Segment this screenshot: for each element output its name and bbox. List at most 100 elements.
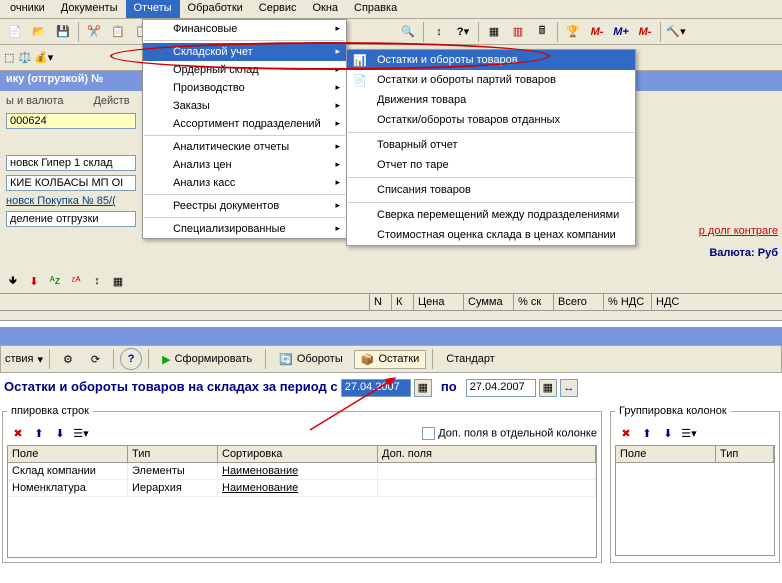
turnover-button[interactable]: 🔄Обороты xyxy=(272,350,350,369)
cut-icon[interactable]: ✂️ xyxy=(83,21,105,43)
col2-type: Тип xyxy=(716,446,774,462)
arrow-icon[interactable]: ↕ xyxy=(428,21,450,43)
menu-obrabotki[interactable]: Обработки xyxy=(180,0,251,18)
grid-icon[interactable]: ▦ xyxy=(483,21,505,43)
docnum-input[interactable] xyxy=(6,113,136,129)
row-tool6-icon[interactable]: ▦ xyxy=(109,272,127,290)
delete-red-icon2[interactable]: ✖ xyxy=(617,424,635,442)
open-icon[interactable]: 📂 xyxy=(28,21,50,43)
submenu-batch-turnover[interactable]: 📄Остатки и обороты партий товаров xyxy=(347,70,635,90)
period-button[interactable]: ↔ xyxy=(560,379,578,397)
actions-label[interactable]: Действ xyxy=(93,95,129,107)
menu-financial[interactable]: Финансовые xyxy=(143,20,346,38)
up-icon[interactable]: ⬆ xyxy=(30,424,48,442)
menu-spravka[interactable]: Справка xyxy=(346,0,405,18)
down-icon2[interactable]: ⬇ xyxy=(659,424,677,442)
date-to-input[interactable]: 27.04.2007 xyxy=(466,379,536,397)
refresh-icon[interactable]: ⟳ xyxy=(84,350,107,369)
warehouse-submenu: 📊Остатки и обороты товаров 📄Остатки и об… xyxy=(346,49,636,246)
col-total: Всего xyxy=(554,294,604,310)
report-icon: 📊 xyxy=(353,54,369,70)
counterparty-input[interactable] xyxy=(6,175,136,191)
table-row[interactable]: Номенклатура Иерархия Наименование xyxy=(8,480,596,497)
submenu-writeoffs[interactable]: Списания товаров xyxy=(347,180,635,200)
menu-specialized[interactable]: Специализированные xyxy=(143,220,346,238)
col-nds: НДС xyxy=(652,294,692,310)
cell-extra xyxy=(378,480,596,496)
ship-dept-input[interactable] xyxy=(6,211,136,227)
menu-production[interactable]: Производство xyxy=(143,79,346,97)
standard-button[interactable]: Стандарт xyxy=(439,350,502,368)
col-grouping-grid: Поле Тип xyxy=(615,445,775,556)
row-tool5-icon[interactable]: ↕ xyxy=(88,272,106,290)
submenu-given[interactable]: Остатки/обороты товаров отданных xyxy=(347,110,635,130)
menu-otchety[interactable]: Отчеты xyxy=(126,0,180,18)
actions-label2[interactable]: ствия xyxy=(5,353,33,365)
delete-red-icon[interactable]: ✖ xyxy=(9,424,27,442)
warehouse-input[interactable] xyxy=(6,155,136,171)
extra-cols-checkbox-label[interactable]: Доп. поля в отдельной колонке xyxy=(422,427,597,440)
submenu-reconcile[interactable]: Сверка перемещений между подразделениями xyxy=(347,205,635,225)
menu-spavochniki[interactable]: очники xyxy=(2,0,53,18)
up-icon2[interactable]: ⬆ xyxy=(638,424,656,442)
m-minus-icon[interactable]: M- xyxy=(586,21,608,43)
submenu-movements[interactable]: Движения товара xyxy=(347,90,635,110)
col-extra: Доп. поля xyxy=(378,446,596,462)
menu-assortment[interactable]: Ассортимент подразделений xyxy=(143,115,346,133)
menu-okna[interactable]: Окна xyxy=(304,0,346,18)
settings-icon[interactable]: ⚙ xyxy=(56,350,80,369)
main-menubar: очники Документы Отчеты Обработки Сервис… xyxy=(0,0,782,19)
submenu-valuation[interactable]: Стоимостная оценка склада в ценах компан… xyxy=(347,225,635,245)
calc-icon[interactable]: 🖩 xyxy=(531,21,553,43)
submenu-stock-turnover[interactable]: 📊Остатки и обороты товаров xyxy=(347,50,635,70)
m-minus2-icon[interactable]: M- xyxy=(634,21,656,43)
order-link[interactable]: новск Покупка № 85/( xyxy=(6,195,116,207)
hammer-icon[interactable]: 🔨▾ xyxy=(665,21,687,43)
menu-warehouse[interactable]: Складской учет xyxy=(143,43,346,61)
menu-registries[interactable]: Реестры документов xyxy=(143,197,346,215)
menu-orders[interactable]: Заказы xyxy=(143,97,346,115)
menu-servis[interactable]: Сервис xyxy=(251,0,305,18)
balance-icon[interactable]: ⚖️ xyxy=(18,51,32,64)
date-from-input[interactable]: 27.04.2007 xyxy=(341,379,411,397)
submenu-tare[interactable]: Отчет по таре xyxy=(347,155,635,175)
calendar-from-icon[interactable]: ▦ xyxy=(414,379,432,397)
list-icon[interactable]: ☰▾ xyxy=(72,424,90,442)
debt-link[interactable]: р долг контраге xyxy=(699,225,778,237)
menu-analytics[interactable]: Аналитические отчеты xyxy=(143,138,346,156)
menu-dokumenty[interactable]: Документы xyxy=(53,0,126,18)
row-tool4-icon[interactable]: ᶻᴬ xyxy=(67,272,85,290)
col-field: Поле xyxy=(8,446,128,462)
help-button[interactable]: ? xyxy=(120,348,142,370)
col-grouping-fieldset: Группировка колонок ✖ ⬆ ⬇ ☰▾ Поле Тип xyxy=(610,405,780,563)
submenu-goods-report[interactable]: Товарный отчет xyxy=(347,135,635,155)
col-grouping-tools: ✖ ⬆ ⬇ ☰▾ xyxy=(615,421,775,445)
cell-extra xyxy=(378,463,596,479)
row-tool3-icon[interactable]: ᴬz xyxy=(46,272,64,290)
red-icon[interactable]: ▥ xyxy=(507,21,529,43)
help-icon[interactable]: ?▾ xyxy=(452,21,474,43)
col-disc: % ск xyxy=(514,294,554,310)
table-row[interactable]: Склад компании Элементы Наименование xyxy=(8,463,596,480)
menu-price-analysis[interactable]: Анализ цен xyxy=(143,156,346,174)
extra-cols-checkbox[interactable] xyxy=(422,427,435,440)
calendar-to-icon[interactable]: ▦ xyxy=(539,379,557,397)
tool-icon1[interactable]: ⬚ xyxy=(4,51,14,64)
balance-button[interactable]: 📦Остатки xyxy=(354,350,427,369)
new-doc-icon[interactable]: 📄 xyxy=(4,21,26,43)
tab-label[interactable]: ы и валюта xyxy=(6,95,63,107)
run-button[interactable]: ▶Сформировать xyxy=(155,350,259,369)
save-icon[interactable]: 💾 xyxy=(52,21,74,43)
row-add-icon[interactable]: 🢃 xyxy=(4,272,22,290)
binoc-icon[interactable]: 🔍 xyxy=(397,21,419,43)
copy-icon[interactable]: 📋 xyxy=(107,21,129,43)
list-icon2[interactable]: ☰▾ xyxy=(680,424,698,442)
cell-field: Склад компании xyxy=(8,463,128,479)
menu-cash-analysis[interactable]: Анализ касс xyxy=(143,174,346,192)
trophy-icon[interactable]: 🏆 xyxy=(562,21,584,43)
down-icon[interactable]: ⬇ xyxy=(51,424,69,442)
menu-order-warehouse[interactable]: Ордерный склад xyxy=(143,61,346,79)
money-icon[interactable]: 💰▾ xyxy=(34,51,53,64)
row-tool2-icon[interactable]: ⬇ xyxy=(25,272,43,290)
m-plus-icon[interactable]: M+ xyxy=(610,21,632,43)
